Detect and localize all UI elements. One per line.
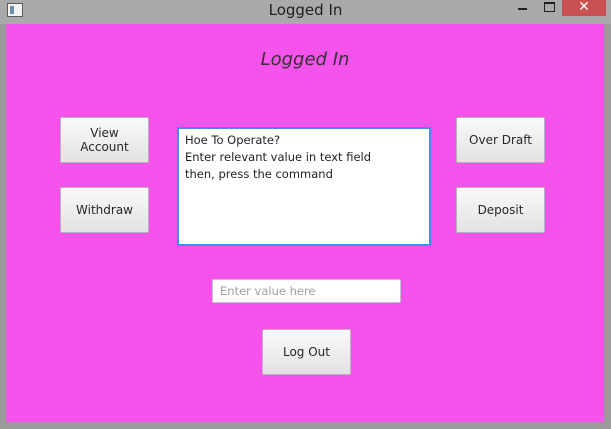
- maximize-icon: [543, 2, 555, 12]
- view-account-button[interactable]: View Account: [60, 117, 149, 163]
- main-panel: Logged In View Account Withdraw Over Dra…: [6, 24, 604, 422]
- title-bar: Logged In ✕: [0, 0, 611, 24]
- maximize-button[interactable]: [536, 0, 562, 16]
- instructions-text-area[interactable]: Hoe To Operate? Enter relevant value in …: [177, 127, 431, 246]
- instructions-line: Hoe To Operate?: [185, 133, 281, 147]
- close-button[interactable]: ✕: [562, 0, 606, 16]
- minimize-icon: [518, 8, 527, 10]
- minimize-button[interactable]: [509, 0, 536, 16]
- over-draft-button[interactable]: Over Draft: [456, 117, 545, 163]
- log-out-button[interactable]: Log Out: [262, 329, 351, 375]
- page-title: Logged In: [260, 49, 350, 70]
- deposit-button[interactable]: Deposit: [456, 187, 545, 233]
- instructions-line: then, press the command: [185, 167, 333, 181]
- withdraw-button[interactable]: Withdraw: [60, 187, 149, 233]
- value-input[interactable]: [212, 279, 401, 303]
- instructions-line: Enter relevant value in text field: [185, 150, 372, 164]
- close-icon: ✕: [578, 0, 590, 15]
